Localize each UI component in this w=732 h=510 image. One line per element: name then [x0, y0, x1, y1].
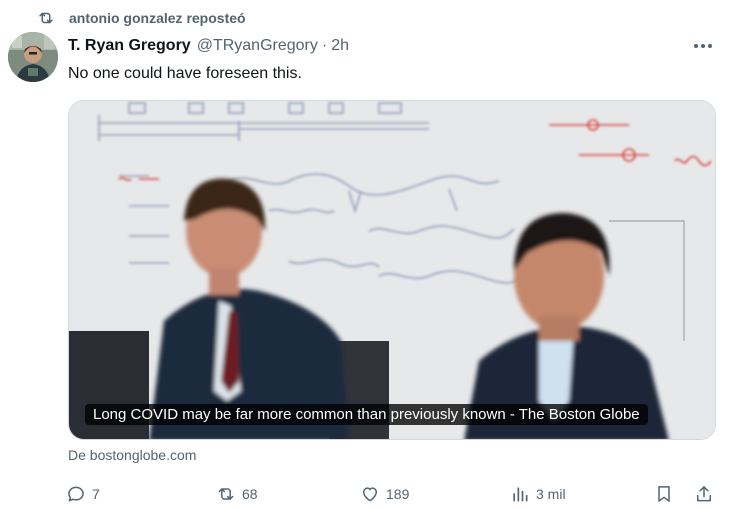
like-button[interactable]: 189 — [360, 480, 409, 508]
avatar[interactable] — [8, 32, 58, 82]
views-button[interactable]: 3 mil — [510, 480, 566, 508]
reply-button[interactable]: 7 — [66, 480, 100, 508]
post-time[interactable]: 2h — [331, 37, 349, 55]
link-card[interactable]: Long COVID may be far more common than p… — [68, 100, 716, 440]
repost-context[interactable]: antonio gonzalez reposteó — [37, 8, 246, 28]
bookmark-icon — [658, 486, 670, 502]
more-icon — [694, 44, 712, 48]
reply-icon — [68, 486, 84, 502]
repost-icon — [39, 12, 53, 24]
more-button[interactable] — [692, 36, 714, 56]
share-button[interactable] — [694, 480, 720, 508]
action-bar: 7 68 189 3 mil — [62, 480, 722, 508]
author-name[interactable]: T. Ryan Gregory — [68, 37, 191, 55]
author-handle[interactable]: @TRyanGregory — [197, 37, 318, 55]
like-icon — [363, 487, 377, 502]
bookmark-button[interactable] — [654, 480, 680, 508]
like-count: 189 — [386, 486, 410, 502]
card-caption: Long COVID may be far more common than p… — [85, 404, 648, 425]
post-text: No one could have foreseen this. — [68, 65, 302, 82]
share-icon — [697, 486, 711, 502]
views-count: 3 mil — [536, 486, 566, 502]
separator-dot: · — [321, 37, 328, 54]
card-image — [69, 101, 715, 439]
repost-count: 68 — [242, 486, 258, 502]
post-header: T. Ryan Gregory @TRyanGregory · 2h — [68, 34, 349, 58]
reply-count: 7 — [92, 486, 100, 502]
repost-icon — [218, 488, 234, 500]
repost-button[interactable]: 68 — [216, 480, 258, 508]
views-icon — [513, 487, 528, 502]
card-source[interactable]: De bostonglobe.com — [68, 447, 196, 463]
repost-label: antonio gonzalez reposteó — [69, 10, 246, 26]
